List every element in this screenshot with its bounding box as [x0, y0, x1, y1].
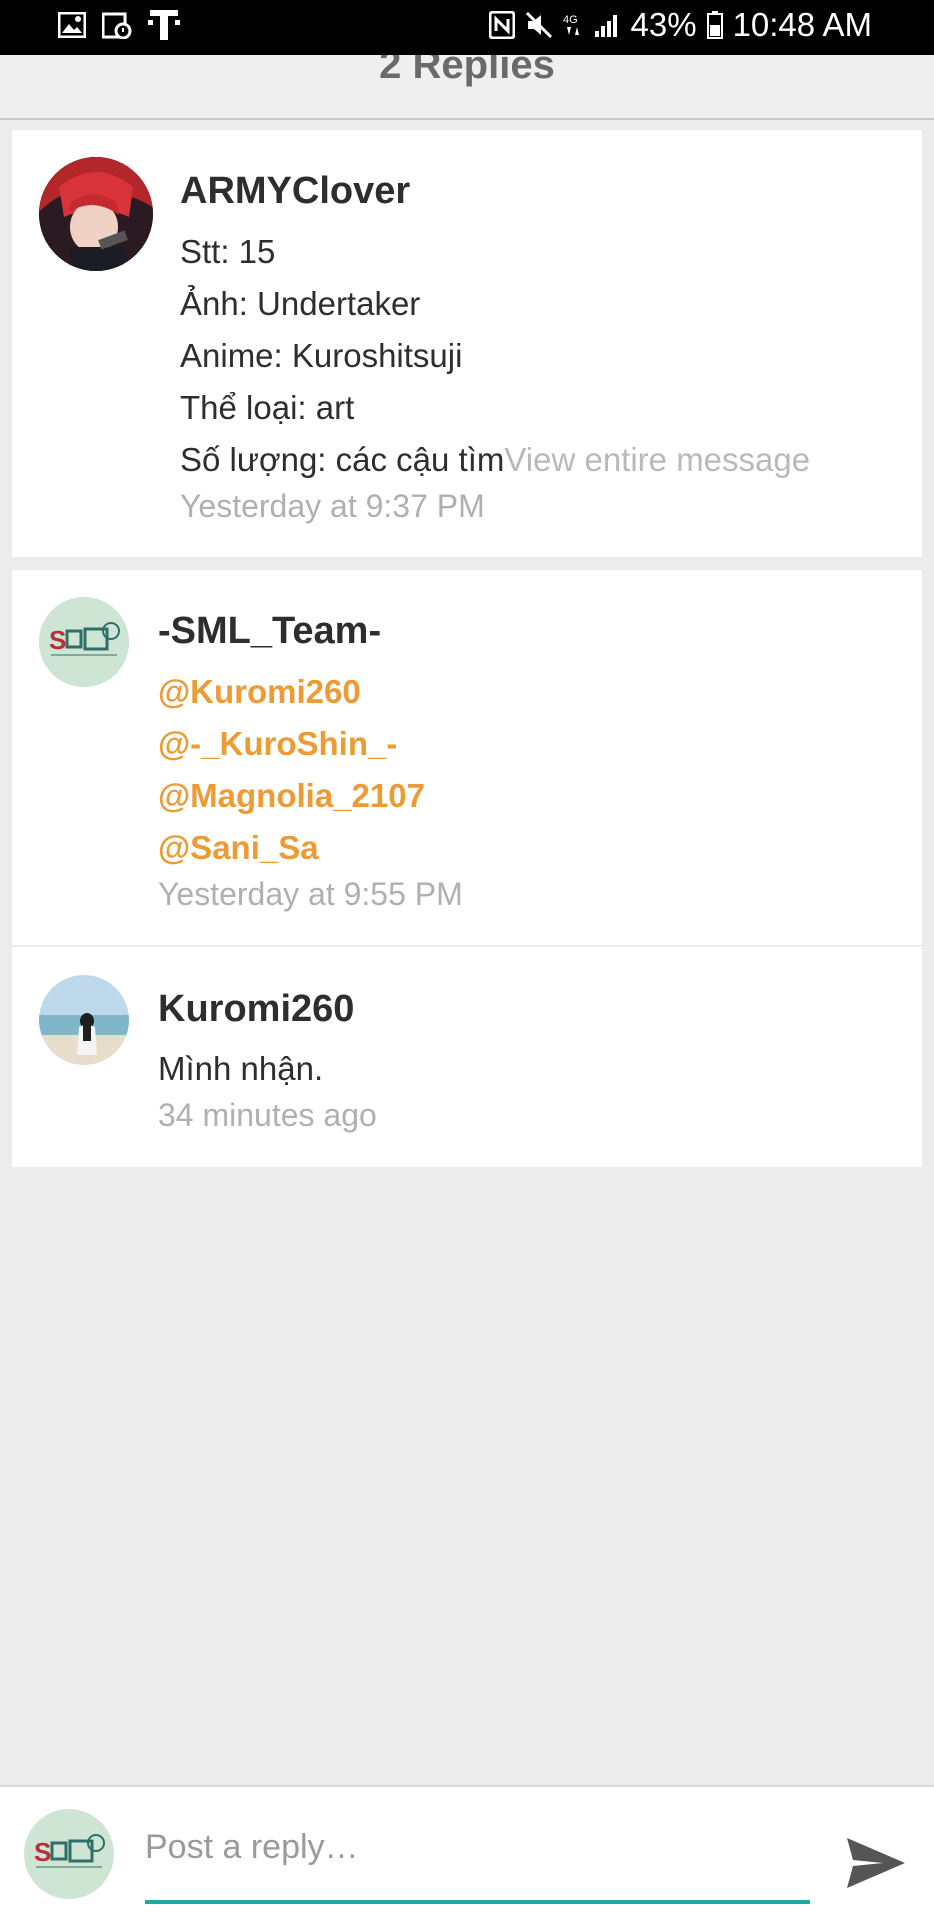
- comment-line: Thể loại: art: [180, 389, 355, 426]
- comment-line: Anime: Kuroshitsuji: [180, 337, 463, 374]
- battery-icon: [706, 11, 723, 39]
- comment-card[interactable]: ARMYClover Stt: 15 Ảnh: Undertaker Anime…: [12, 130, 922, 557]
- send-icon: [847, 1838, 905, 1888]
- comment-line-text: Số lượng: các cậu tìm: [180, 441, 505, 478]
- comment-card[interactable]: Kuromi260 Mình nhận. 34 minutes ago: [12, 947, 922, 1167]
- mute-icon: [525, 11, 553, 39]
- user-mention[interactable]: @Sani_Sa: [158, 829, 319, 867]
- page-title: 2 Replies: [379, 55, 555, 87]
- reply-input[interactable]: Post a reply…: [145, 1822, 810, 1872]
- comment-timestamp: 34 minutes ago: [158, 1097, 377, 1133]
- comment-author[interactable]: Kuromi260: [158, 988, 354, 1031]
- comment-timestamp: Yesterday at 9:37 PM: [180, 488, 485, 524]
- user-mention[interactable]: @Kuromi260: [158, 673, 361, 711]
- comment-last-line: Số lượng: các cậu tìmView entire message: [180, 441, 810, 479]
- user-mention[interactable]: @Magnolia_2107: [158, 777, 425, 815]
- comment-line: Stt: 15: [180, 233, 276, 270]
- calendar-icon: [102, 11, 132, 39]
- svg-text:4G: 4G: [563, 14, 578, 26]
- clock: 10:48 AM: [732, 6, 872, 43]
- current-user-avatar: S: [24, 1809, 114, 1899]
- comment-card[interactable]: S -SML_Team- @Kuromi260 @-_KuroShin_- @M…: [12, 570, 922, 947]
- comment-author[interactable]: -SML_Team-: [158, 610, 381, 653]
- comment-timestamp: Yesterday at 9:55 PM: [158, 876, 463, 912]
- 4g-icon: 4G: [563, 11, 583, 39]
- image-icon: [58, 12, 86, 38]
- view-entire-message-link[interactable]: View entire message: [504, 441, 810, 478]
- nfc-icon: [488, 11, 515, 39]
- status-bar: 4G 43% 10:48 AM: [0, 0, 934, 55]
- svg-text:S: S: [49, 625, 66, 655]
- send-button[interactable]: [845, 1832, 907, 1894]
- user-mention[interactable]: @-_KuroShin_-: [158, 725, 397, 763]
- comment-text: Mình nhận.: [158, 1050, 324, 1087]
- tmobile-icon: [148, 8, 180, 42]
- avatar[interactable]: [39, 975, 129, 1065]
- avatar[interactable]: [39, 157, 153, 271]
- avatar[interactable]: S: [39, 597, 129, 687]
- replies-header: 2 Replies: [0, 55, 934, 120]
- reply-composer: S Post a reply…: [0, 1785, 934, 1922]
- signal-icon: [593, 11, 621, 39]
- comment-author[interactable]: ARMYClover: [180, 170, 410, 213]
- input-underline: [145, 1900, 810, 1904]
- svg-text:S: S: [34, 1837, 51, 1867]
- comment-line: Ảnh: Undertaker: [180, 285, 421, 322]
- battery-percent: 43%: [630, 6, 697, 43]
